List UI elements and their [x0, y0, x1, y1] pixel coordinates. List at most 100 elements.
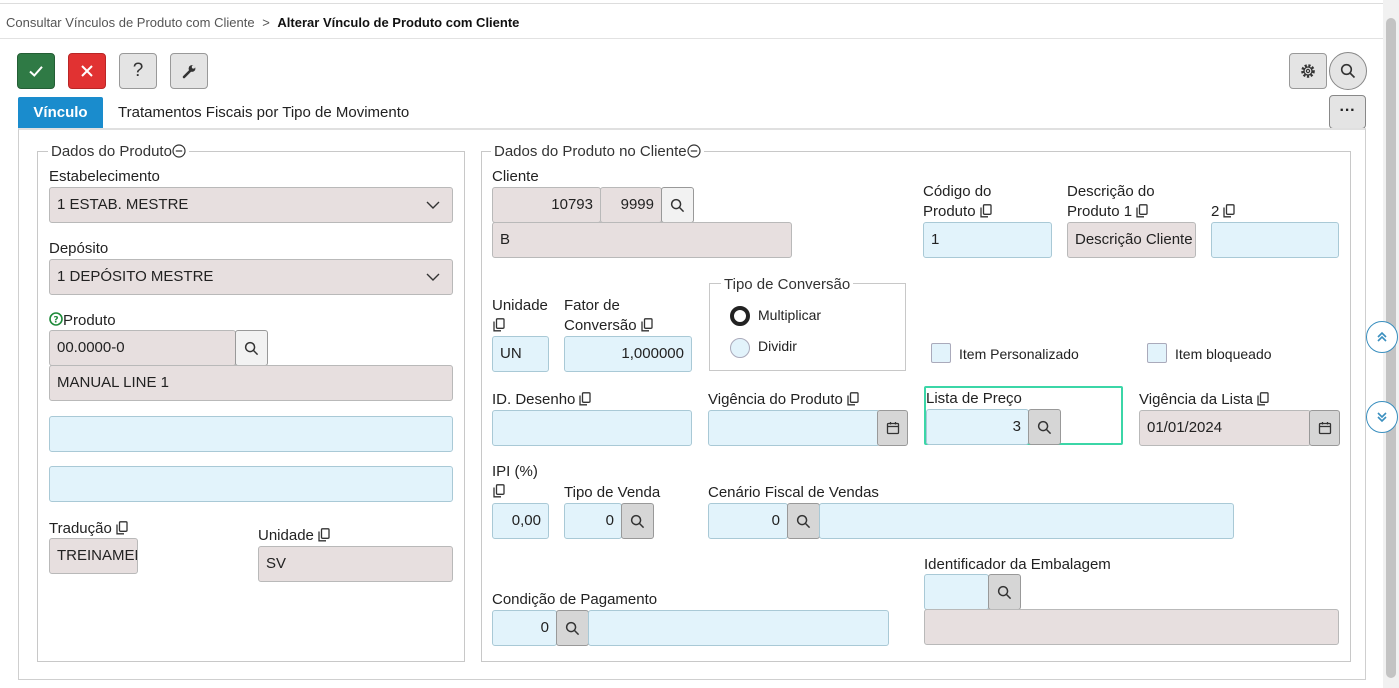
produto-extra-input-2[interactable] [49, 466, 453, 502]
tab-vinculo[interactable]: Vínculo [18, 97, 103, 128]
estabelecimento-select[interactable]: 1 ESTAB. MESTRE [49, 187, 453, 223]
settings-button[interactable] [1289, 53, 1327, 89]
copy-icon[interactable] [1223, 204, 1235, 218]
condicao-desc-field [588, 610, 889, 646]
unidade-produto-label-row: Unidade [258, 526, 330, 546]
search-icon [670, 198, 685, 212]
copy-icon[interactable] [1136, 204, 1148, 218]
close-icon [81, 65, 93, 77]
copy-icon[interactable] [318, 528, 330, 542]
cliente-label: Cliente [492, 168, 539, 185]
copy-icon[interactable] [116, 521, 128, 535]
descricao1-label-line2: Produto 1 [1067, 202, 1155, 222]
svg-text:?: ? [53, 316, 58, 326]
vigencia-produto-label-text: Vigência do Produto [708, 391, 843, 408]
codigo-produto-input[interactable]: 1 [923, 222, 1052, 258]
global-search-button[interactable] [1329, 52, 1367, 90]
cliente-search-button[interactable] [661, 187, 694, 223]
unidade-produto-field: SV [258, 546, 453, 582]
ipi-value: 0,00 [511, 512, 541, 529]
cenario-value: 0 [771, 512, 780, 529]
deposito-value: 1 DEPÓSITO MESTRE [57, 268, 214, 285]
produto-search-button[interactable] [235, 330, 268, 366]
fator-label-line2: Conversão [564, 316, 653, 336]
vigencia-lista-calendar-button[interactable] [1309, 410, 1340, 446]
cenario-input[interactable]: 0 [708, 503, 788, 539]
confirm-button[interactable] [17, 53, 55, 89]
produto-code: 00.0000-0 [57, 339, 125, 356]
identificador-input[interactable] [924, 574, 989, 610]
calendar-icon [886, 422, 899, 435]
item-personalizado-checkbox[interactable] [931, 343, 951, 363]
help-button[interactable]: ? [119, 53, 157, 89]
traducao-label: Tradução [49, 520, 112, 537]
copy-icon[interactable] [493, 484, 505, 498]
collapse-icon[interactable] [172, 144, 186, 158]
descricao2-input[interactable] [1211, 222, 1339, 258]
breadcrumb-divider [0, 38, 1383, 39]
codigo-produto-label-line1: Código do [923, 183, 992, 200]
breadcrumb: Consultar Vínculos de Produto com Client… [6, 14, 519, 32]
vigencia-produto-input[interactable] [708, 410, 880, 446]
calendar-icon [1318, 422, 1331, 435]
dividir-radio[interactable] [730, 338, 750, 358]
copy-icon[interactable] [1257, 392, 1269, 406]
copy-icon[interactable] [579, 392, 592, 406]
copy-icon[interactable] [979, 204, 992, 218]
scroll-up-icon [1377, 331, 1387, 342]
produto-label-row: ? Produto [49, 311, 116, 331]
copy-icon[interactable] [493, 318, 505, 332]
cliente-sub: 9999 [620, 196, 654, 213]
cenario-search-button[interactable] [787, 503, 820, 539]
vigencia-produto-calendar-button[interactable] [877, 410, 908, 446]
condicao-input[interactable]: 0 [492, 610, 557, 646]
produto-extra-input-1[interactable] [49, 416, 453, 452]
produto-code-input[interactable]: 00.0000-0 [49, 330, 236, 366]
lista-preco-input[interactable]: 3 [926, 409, 1029, 445]
multiplicar-label: Multiplicar [758, 307, 822, 323]
dados-cliente-legend: Dados do Produto no Cliente [491, 142, 704, 162]
ipi-copy-row [492, 482, 538, 502]
help-circle-icon[interactable]: ? [49, 312, 63, 326]
cliente-code: 10793 [551, 196, 593, 213]
multiplicar-radio[interactable] [730, 306, 750, 326]
item-bloqueado-checkbox[interactable] [1147, 343, 1167, 363]
cancel-button[interactable] [68, 53, 106, 89]
collapse-icon[interactable] [687, 144, 701, 158]
chevron-down-icon [426, 273, 440, 281]
item-bloqueado-label: Item bloqueado [1175, 346, 1272, 362]
tipo-venda-value: 0 [605, 512, 614, 529]
scroll-down-button[interactable] [1366, 401, 1398, 433]
identificador-search-button[interactable] [988, 574, 1021, 610]
cliente-sub-input[interactable]: 9999 [600, 187, 662, 223]
tab-tratamentos-fiscais[interactable]: Tratamentos Fiscais por Tipo de Moviment… [118, 97, 409, 128]
codigo-produto-label-text: Produto [923, 203, 976, 220]
tools-button[interactable] [170, 53, 208, 89]
more-options-button[interactable]: ··· [1329, 95, 1366, 129]
copy-icon[interactable] [640, 318, 653, 332]
lista-preco-value: 3 [1012, 418, 1021, 435]
breadcrumb-parent[interactable]: Consultar Vínculos de Produto com Client… [6, 15, 255, 30]
vigencia-lista-label: Vigência da Lista [1139, 390, 1269, 410]
deposito-select[interactable]: 1 DEPÓSITO MESTRE [49, 259, 453, 295]
tipo-venda-search-button[interactable] [621, 503, 654, 539]
search-icon [565, 621, 580, 635]
unidade-cliente-label: Unidade [492, 296, 548, 336]
copy-icon[interactable] [847, 392, 859, 406]
tipo-conversao-legend: Tipo de Conversão [721, 275, 854, 295]
tab-vinculo-label: Vínculo [33, 104, 88, 121]
id-desenho-label-text: ID. Desenho [492, 391, 576, 408]
fator-input[interactable]: 1,000000 [564, 336, 692, 372]
tipo-venda-input[interactable]: 0 [564, 503, 622, 539]
lista-preco-search-button[interactable] [1028, 409, 1061, 445]
ipi-input[interactable]: 0,00 [492, 503, 549, 539]
unidade-cliente-input[interactable]: UN [492, 336, 549, 372]
id-desenho-input[interactable] [492, 410, 692, 446]
cliente-code-input[interactable]: 10793 [492, 187, 601, 223]
estabelecimento-value: 1 ESTAB. MESTRE [57, 196, 189, 213]
scroll-up-button[interactable] [1366, 321, 1398, 353]
descricao1-value: Descrição Cliente [1075, 231, 1193, 248]
wrench-icon [182, 65, 196, 79]
condicao-search-button[interactable] [556, 610, 589, 646]
unidade-cliente-copy-row [492, 316, 548, 336]
